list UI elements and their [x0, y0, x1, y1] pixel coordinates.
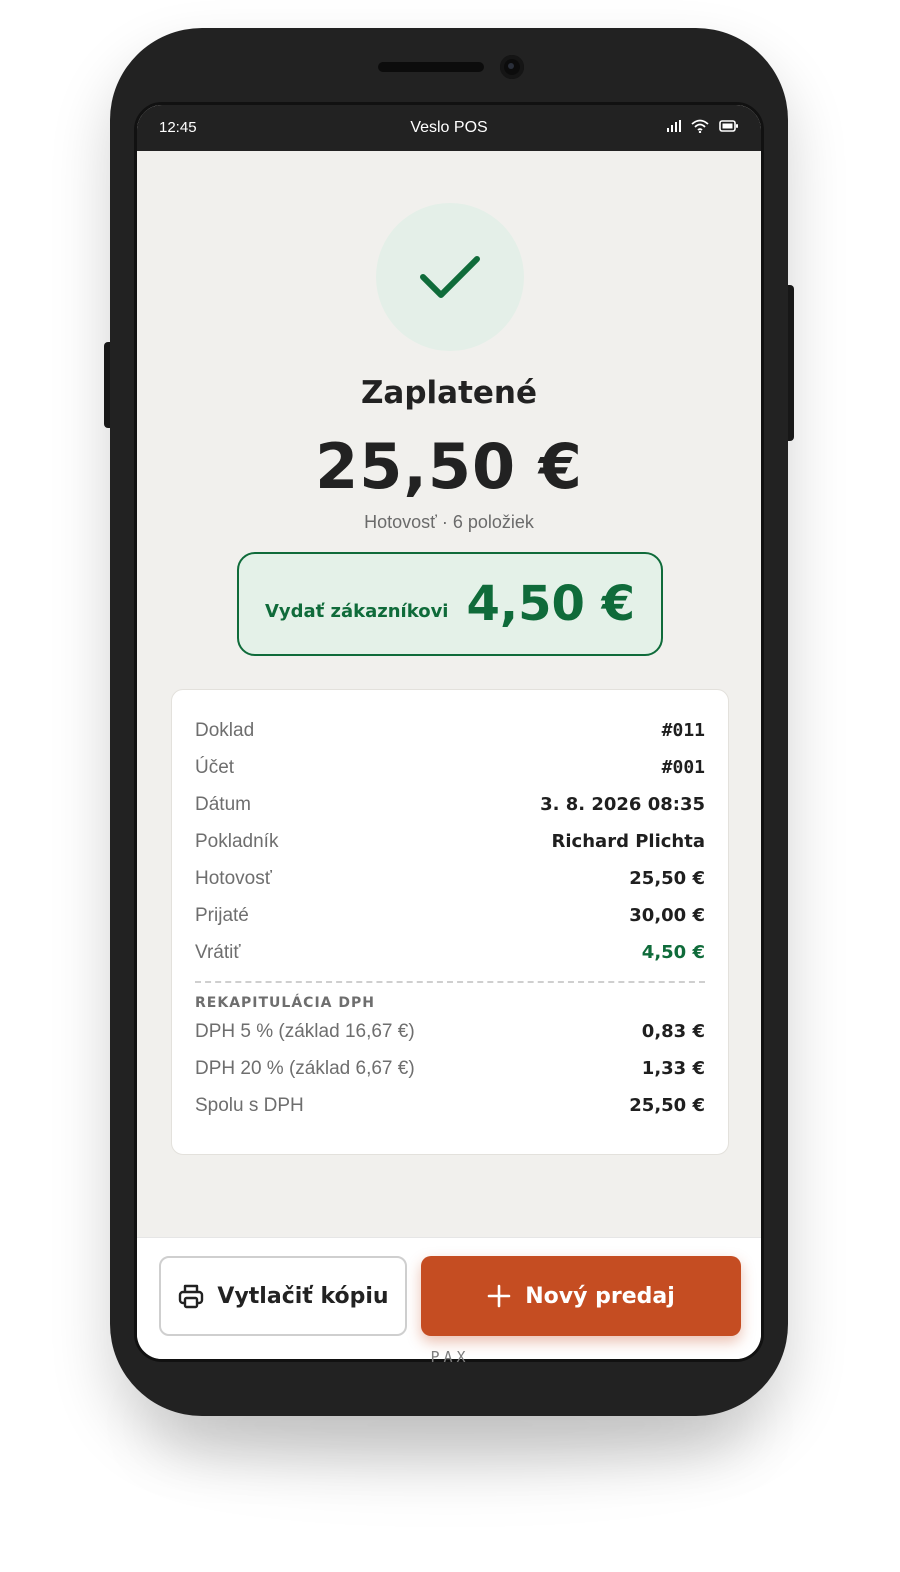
receipt-label: Hotovosť — [195, 867, 272, 889]
signal-icon — [667, 120, 681, 132]
receipt-value: #011 — [661, 720, 705, 741]
receipt-label: Dátum — [195, 793, 251, 815]
receipt-label: Doklad — [195, 719, 255, 741]
payment-title: Zaplatené — [360, 375, 538, 411]
receipt-value: 25,50 € — [629, 868, 705, 889]
receipt-value: Richard Plichta — [551, 831, 705, 852]
receipt-row: Pokladník Richard Plichta — [195, 823, 705, 860]
vat-label: DPH 20 % (základ 6,67 €) — [195, 1057, 415, 1079]
vat-row: DPH 5 % (základ 16,67 €) 0,83 € — [195, 1013, 705, 1050]
printer-icon — [179, 1284, 204, 1309]
speaker-grille — [378, 62, 484, 72]
receipt-label: Vrátiť — [195, 941, 241, 963]
vat-label: DPH 5 % (základ 16,67 €) — [195, 1020, 415, 1042]
new-sale-button[interactable]: Nový predaj — [421, 1256, 741, 1336]
change-amount: 4,50 € — [466, 576, 636, 632]
device-brand-logo: PAX — [430, 1348, 470, 1366]
receipt-row: Účet #001 — [195, 749, 705, 786]
checkmark-icon — [420, 256, 480, 298]
vat-label: Spolu s DPH — [195, 1094, 304, 1116]
payment-amount: 25,50 € — [315, 430, 583, 503]
vat-row: Spolu s DPH 25,50 € — [195, 1087, 705, 1124]
receipt-value: 30,00 € — [629, 905, 705, 926]
vat-value: 1,33 € — [641, 1058, 705, 1079]
status-bar: 12:45 Veslo POS — [137, 105, 761, 151]
change-label: Vydať zákazníkovi — [264, 600, 449, 622]
receipt-row: Dátum 3. 8. 2026 08:35 — [195, 786, 705, 823]
stage: 12:45 Veslo POS Zaplatené 25,50 € Hotovo… — [0, 0, 900, 1572]
vat-section-label: REKAPITULÁCIA DPH — [195, 995, 375, 1011]
vat-value: 0,83 € — [641, 1021, 705, 1042]
receipt-row: Vrátiť 4,50 € — [195, 934, 705, 971]
receipt-value: 3. 8. 2026 08:35 — [540, 794, 705, 815]
plus-icon — [487, 1284, 511, 1308]
screen: 12:45 Veslo POS Zaplatené 25,50 € Hotovo… — [134, 102, 764, 1362]
payment-subtitle: Hotovosť · 6 položiek — [364, 512, 534, 532]
print-copy-label: Vytlačiť kópiu — [217, 1283, 389, 1309]
receipt-row: Prijaté 30,00 € — [195, 897, 705, 934]
device-frame: 12:45 Veslo POS Zaplatené 25,50 € Hotovo… — [110, 28, 788, 1416]
receipt-label: Pokladník — [195, 830, 279, 852]
receipt-label: Prijaté — [195, 904, 249, 926]
receipt-row: Hotovosť 25,50 € — [195, 860, 705, 897]
receipt-value: #001 — [661, 757, 705, 778]
front-camera — [500, 55, 524, 79]
status-icons — [667, 119, 739, 133]
receipt-row: Doklad #011 — [195, 712, 705, 749]
vat-value: 25,50 € — [629, 1095, 705, 1116]
wifi-icon — [691, 119, 709, 133]
success-indicator — [376, 203, 524, 351]
action-bar: Vytlačiť kópiu Nový predaj — [137, 1237, 761, 1359]
vat-row: DPH 20 % (základ 6,67 €) 1,33 € — [195, 1050, 705, 1087]
change-due-box: Vydať zákazníkovi 4,50 € — [237, 552, 663, 656]
receipt-value: 4,50 € — [641, 942, 705, 963]
receipt-label: Účet — [195, 756, 235, 778]
print-copy-button[interactable]: Vytlačiť kópiu — [159, 1256, 407, 1336]
dashed-divider — [195, 981, 705, 983]
new-sale-label: Nový predaj — [525, 1283, 675, 1309]
receipt-card: Doklad #011 Účet #001 Dátum 3. 8. 2026 0… — [171, 689, 729, 1155]
battery-icon — [719, 120, 738, 132]
